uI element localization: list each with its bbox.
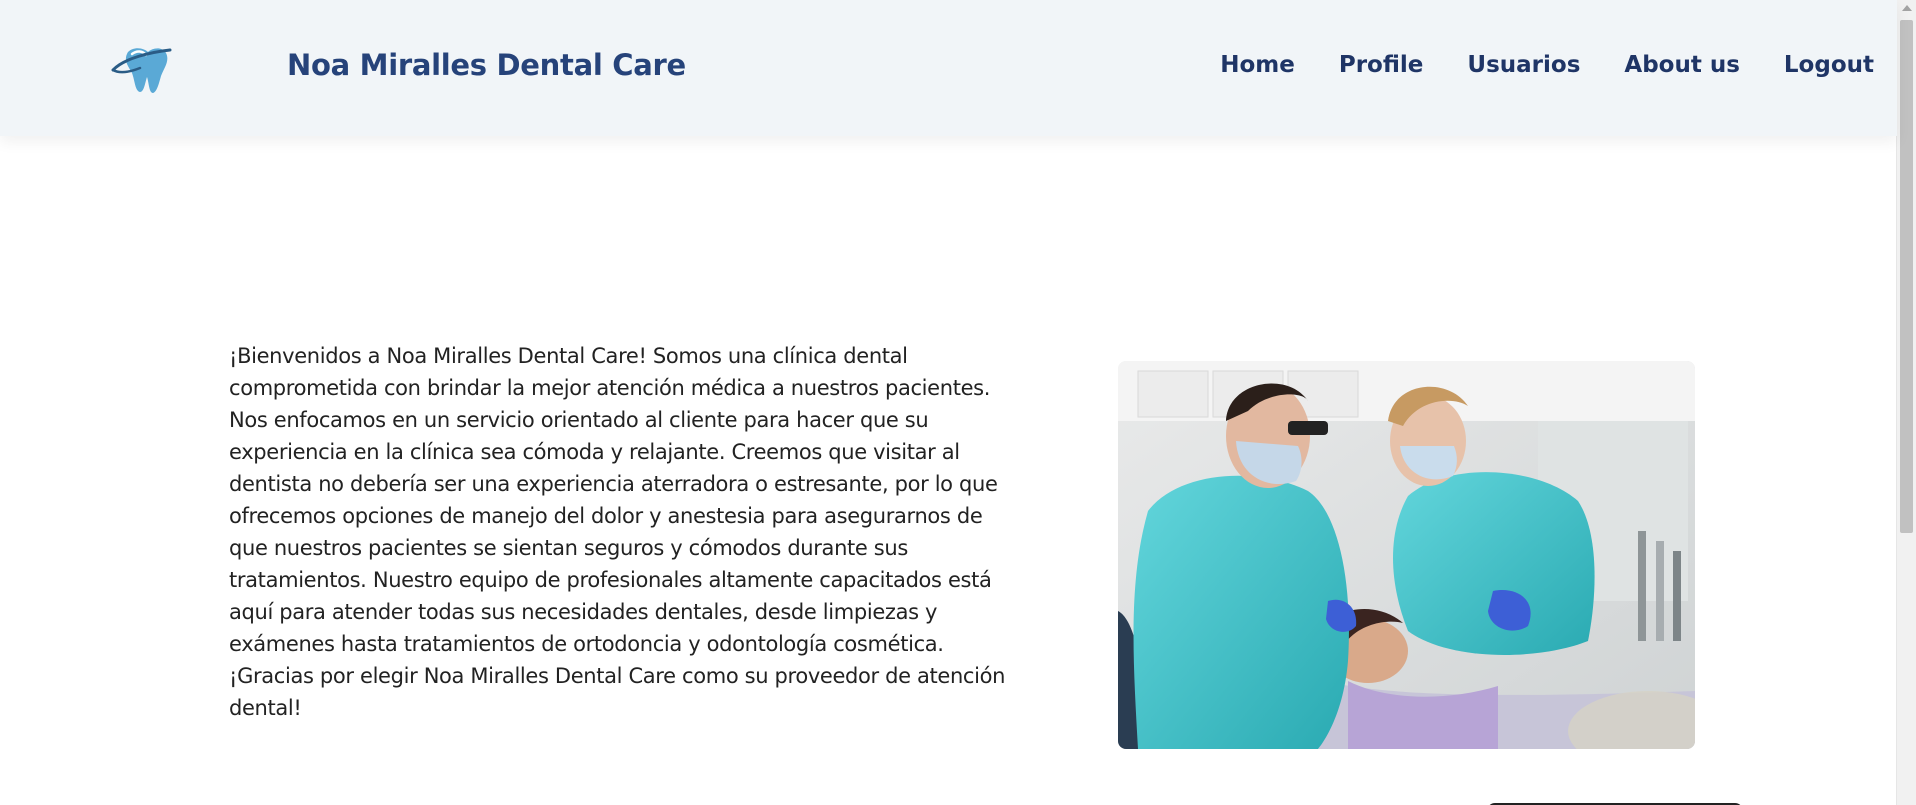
nav-home[interactable]: Home <box>1220 52 1295 78</box>
tooth-logo-icon[interactable] <box>110 42 172 94</box>
nav-usuarios[interactable]: Usuarios <box>1467 52 1580 78</box>
vertical-scrollbar[interactable] <box>1896 0 1916 805</box>
site-header: Noa Miralles Dental Care Home Profile Us… <box>0 0 1897 136</box>
nav-profile[interactable]: Profile <box>1339 52 1424 78</box>
clinic-photo-illustration <box>1118 361 1695 749</box>
scroll-up-arrow-icon[interactable] <box>1902 5 1912 11</box>
dentists-treating-patient-photo <box>1118 361 1695 749</box>
brand-title: Noa Miralles Dental Care <box>287 48 686 82</box>
welcome-text: ¡Bienvenidos a Noa Miralles Dental Care!… <box>229 344 1006 720</box>
main-nav: Home Profile Usuarios About us Logout <box>1176 52 1874 78</box>
scrollbar-thumb[interactable] <box>1900 20 1913 533</box>
nav-about-us[interactable]: About us <box>1624 52 1740 78</box>
page: Noa Miralles Dental Care Home Profile Us… <box>0 0 1916 805</box>
nav-logout[interactable]: Logout <box>1784 52 1874 78</box>
